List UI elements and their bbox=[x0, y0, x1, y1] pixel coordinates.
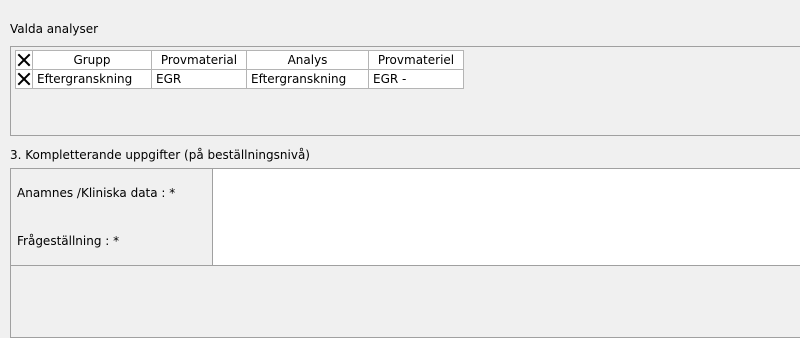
kompletterande-uppgifter-label: 3. Kompletterande uppgifter (på beställn… bbox=[10, 148, 310, 162]
cell-analys: Eftergranskning bbox=[246, 69, 369, 89]
remove-all-cell[interactable] bbox=[15, 50, 33, 70]
anamnes-row: Anamnes /Kliniska data : * bbox=[11, 169, 800, 218]
column-header-provmateriel[interactable]: Provmateriel bbox=[368, 50, 464, 70]
column-header-provmaterial[interactable]: Provmaterial bbox=[151, 50, 247, 70]
column-header-analys[interactable]: Analys bbox=[246, 50, 369, 70]
fragestallning-input[interactable] bbox=[213, 217, 800, 265]
cell-provmateriel: EGR - bbox=[368, 69, 464, 89]
anamnes-input[interactable] bbox=[213, 169, 800, 217]
column-header-grupp[interactable]: Grupp bbox=[32, 50, 152, 70]
remove-row-cell[interactable] bbox=[15, 69, 33, 89]
cell-grupp: Eftergranskning bbox=[32, 69, 152, 89]
table-row[interactable]: Eftergranskning EGR Eftergranskning EGR … bbox=[15, 69, 464, 89]
cell-provmaterial: EGR bbox=[151, 69, 247, 89]
kompletterande-uppgifter-panel: Anamnes /Kliniska data : * Frågeställnin… bbox=[10, 168, 800, 338]
table-header-row: Grupp Provmaterial Analys Provmateriel bbox=[15, 50, 464, 70]
close-icon[interactable] bbox=[16, 71, 32, 87]
fragestallning-row: Frågeställning : * bbox=[11, 217, 800, 266]
fragestallning-label: Frågeställning : * bbox=[11, 217, 213, 265]
valda-analyser-panel: Grupp Provmaterial Analys Provmateriel E… bbox=[10, 46, 800, 136]
analyses-table: Grupp Provmaterial Analys Provmateriel E… bbox=[15, 50, 464, 89]
anamnes-label: Anamnes /Kliniska data : * bbox=[11, 169, 213, 217]
close-icon[interactable] bbox=[16, 52, 32, 68]
valda-analyser-label: Valda analyser bbox=[10, 22, 99, 36]
